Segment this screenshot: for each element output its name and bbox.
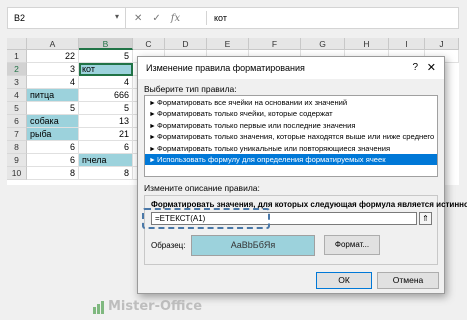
watermark-logo-icon <box>93 301 104 314</box>
column-header-f[interactable]: F <box>249 38 301 50</box>
rule-type-list: ►Форматировать все ячейки на основании и… <box>144 95 438 177</box>
arrow-right-icon: ► <box>149 134 156 142</box>
column-header-j[interactable]: J <box>425 38 459 50</box>
column-header-i[interactable]: I <box>389 38 425 50</box>
row-header-10[interactable]: 10 <box>7 167 27 180</box>
edit-rule-description-label: Измените описание правила: <box>144 183 260 193</box>
name-box-value: B2 <box>14 13 26 23</box>
close-icon[interactable]: ✕ <box>427 61 436 74</box>
arrow-right-icon: ► <box>149 156 156 164</box>
cell-b6[interactable]: 13 <box>79 115 133 128</box>
ok-button[interactable]: ОК <box>316 272 372 289</box>
cell-b5[interactable]: 5 <box>79 102 133 115</box>
cell-a9[interactable]: 6 <box>27 154 79 167</box>
row-header-4[interactable]: 4 <box>7 89 27 102</box>
cell-a10[interactable]: 8 <box>27 167 79 180</box>
sample-label: Образец: <box>151 241 186 250</box>
row-header-2[interactable]: 2 <box>7 63 27 76</box>
cell-b4[interactable]: 666 <box>79 89 133 102</box>
column-header-g[interactable]: G <box>301 38 345 50</box>
collapse-dialog-icon[interactable]: ⇑ <box>419 212 432 225</box>
cell-a7[interactable]: рыба <box>27 128 79 141</box>
cell-a3[interactable]: 4 <box>27 76 79 89</box>
arrow-right-icon: ► <box>149 145 156 153</box>
rule-type-label: Использовать формулу для определения фор… <box>157 154 386 164</box>
cell-a4[interactable]: питца <box>27 89 79 102</box>
column-header-h[interactable]: H <box>345 38 389 50</box>
rule-description-panel: Форматировать значения, для которых след… <box>142 195 467 265</box>
cell-a8[interactable]: 6 <box>27 141 79 154</box>
rule-type-item[interactable]: ►Форматировать только уникальные или пов… <box>145 143 437 154</box>
cell-b1[interactable]: 5 <box>79 50 133 63</box>
row-header-7[interactable]: 7 <box>7 128 27 141</box>
rule-type-label: Форматировать только уникальные или повт… <box>157 143 391 153</box>
format-button[interactable]: Формат... <box>324 235 380 255</box>
select-all-corner[interactable] <box>7 38 27 50</box>
help-icon[interactable]: ? <box>412 62 418 73</box>
highlight-annotation <box>142 208 270 229</box>
watermark: Mister-Office <box>108 299 203 314</box>
dialog-title-bar[interactable]: Изменение правила форматирования ? ✕ <box>138 57 444 79</box>
cell-a5[interactable]: 5 <box>27 102 79 115</box>
row-header-8[interactable]: 8 <box>7 141 27 154</box>
arrow-right-icon: ► <box>149 111 156 119</box>
insert-function-icon[interactable]: fx <box>171 13 180 24</box>
cell-b9[interactable]: пчела <box>79 154 133 167</box>
row-header-1[interactable]: 1 <box>7 50 27 63</box>
format-preview: AaBbБбЯя <box>191 235 315 256</box>
rule-type-item[interactable]: ►Форматировать только значения, которые … <box>145 131 437 142</box>
column-header-d[interactable]: D <box>165 38 207 50</box>
rule-type-item[interactable]: ►Форматировать только первые или последн… <box>145 120 437 131</box>
rule-type-label: Форматировать только ячейки, которые сод… <box>157 109 333 119</box>
cell-b7[interactable]: 21 <box>79 128 133 141</box>
rule-type-label: Форматировать только значения, которые н… <box>157 132 435 142</box>
column-header-e[interactable]: E <box>207 38 249 50</box>
cell-b3[interactable]: 4 <box>79 76 133 89</box>
formula-bar-input[interactable]: кот <box>214 13 227 23</box>
cancel-button[interactable]: Отмена <box>377 272 439 289</box>
rule-type-item-selected[interactable]: ►Использовать формулу для определения фо… <box>145 153 437 166</box>
cancel-entry-icon[interactable]: ✕ <box>134 13 142 24</box>
column-header-c[interactable]: C <box>133 38 165 50</box>
column-header-a[interactable]: A <box>27 38 79 50</box>
row-header-9[interactable]: 9 <box>7 154 27 167</box>
rule-type-item[interactable]: ►Форматировать только ячейки, которые со… <box>145 108 437 119</box>
name-box[interactable]: B2 ▾ <box>8 8 126 28</box>
dialog-title: Изменение правила форматирования <box>146 63 305 73</box>
confirm-entry-icon[interactable]: ✓ <box>152 13 160 24</box>
cell-a2[interactable]: 3 <box>27 63 79 76</box>
formula-bar-divider <box>206 11 207 25</box>
rule-type-label: Форматировать все ячейки на основании их… <box>157 98 348 107</box>
cell-b2[interactable]: кот <box>79 63 133 76</box>
chevron-down-icon[interactable]: ▾ <box>115 12 119 21</box>
select-rule-type-label: Выберите тип правила: <box>144 84 237 94</box>
column-header-b[interactable]: B <box>79 38 133 50</box>
row-header-3[interactable]: 3 <box>7 76 27 89</box>
cell-b8[interactable]: 6 <box>79 141 133 154</box>
arrow-right-icon: ► <box>149 100 156 107</box>
cell-a6[interactable]: собака <box>27 115 79 128</box>
cell-a1[interactable]: 22 <box>27 50 79 63</box>
arrow-right-icon: ► <box>149 122 156 130</box>
row-header-6[interactable]: 6 <box>7 115 27 128</box>
formula-bar: B2 ▾ ✕ ✓ fx кот <box>7 7 459 29</box>
cell-b10[interactable]: 8 <box>79 167 133 180</box>
edit-formatting-rule-dialog: Изменение правила форматирования ? ✕ Выб… <box>137 56 467 294</box>
rule-type-item[interactable]: ►Форматировать все ячейки на основании и… <box>145 97 437 108</box>
rule-type-label: Форматировать только первые или последни… <box>157 120 356 130</box>
row-header-5[interactable]: 5 <box>7 102 27 115</box>
